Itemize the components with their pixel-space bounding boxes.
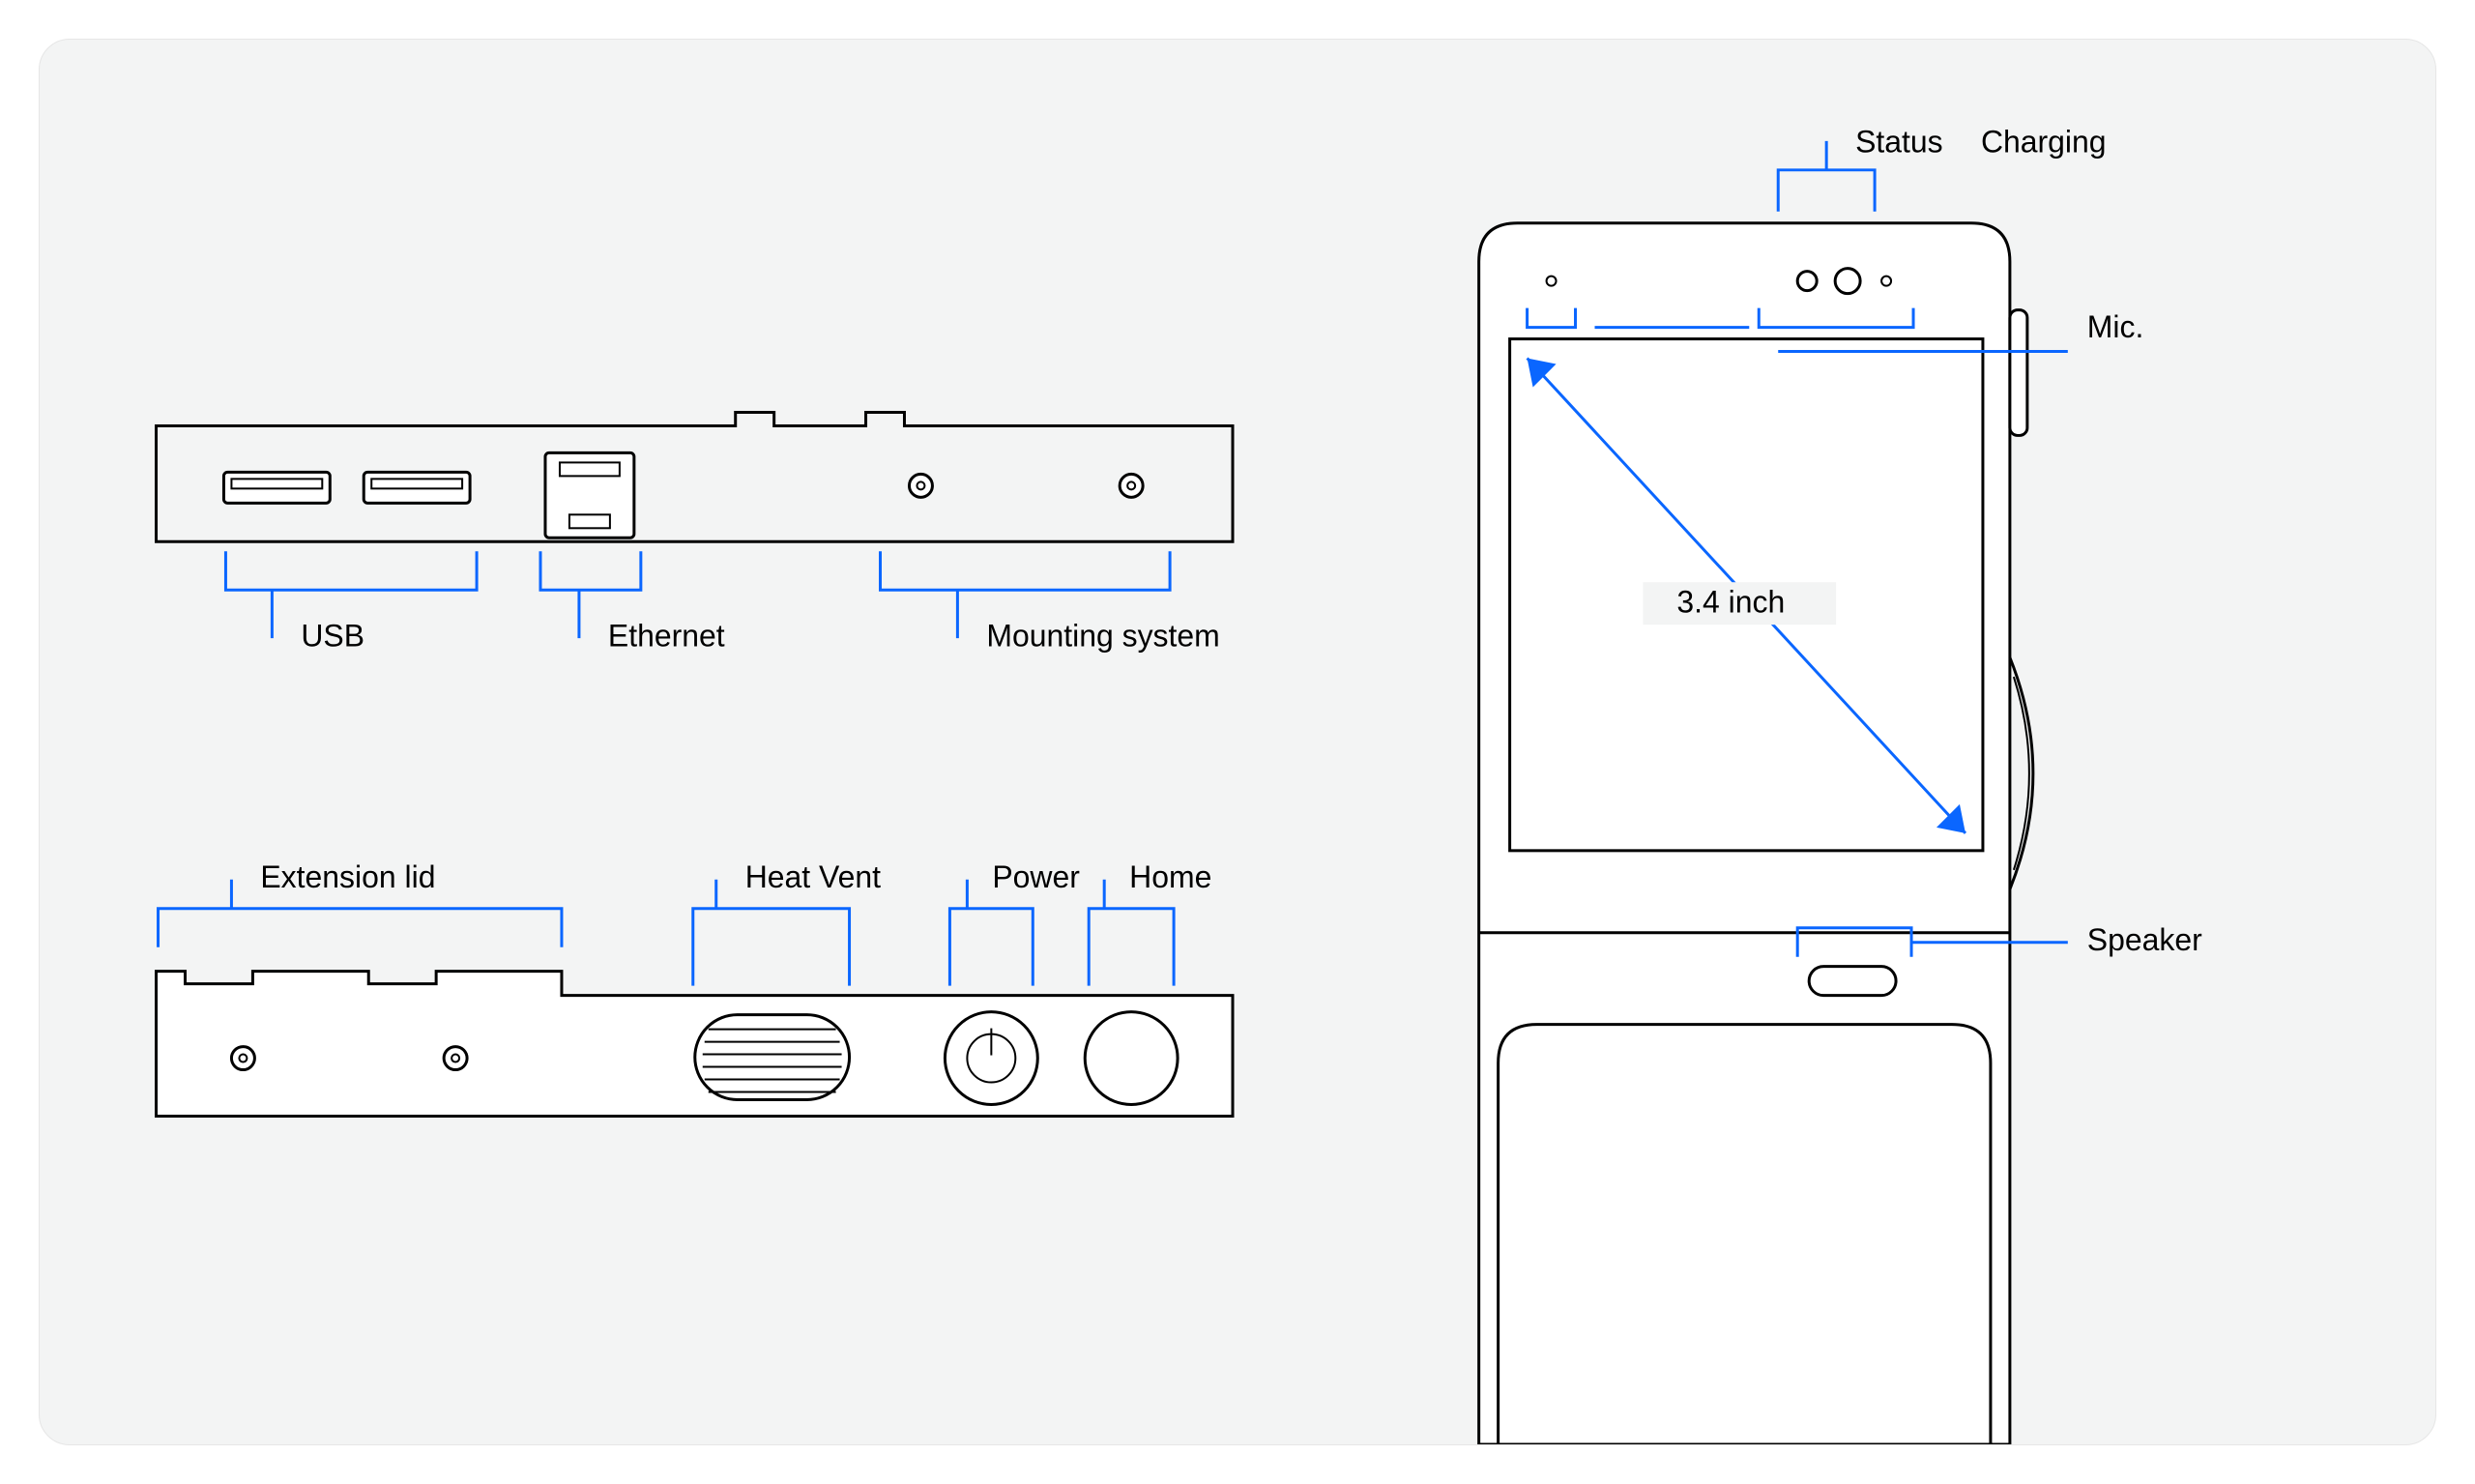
ethernet-port-icon (545, 452, 634, 538)
diagram-card: USB Ethernet Mounting system (39, 39, 2436, 1445)
label-speaker: Speaker (2087, 922, 2202, 957)
handheld-device: 3.4 inch (1479, 223, 2033, 1444)
mounting-screw-icon (909, 474, 932, 497)
label-power: Power (992, 859, 1080, 894)
front-panel-bottom (157, 972, 1233, 1117)
callout-power: Power (949, 859, 1080, 985)
rear-panel-top (157, 412, 1233, 541)
callout-usb: USB (225, 551, 477, 653)
label-heat-vent: Heat Vent (745, 859, 881, 894)
home-button-icon (1085, 1012, 1178, 1105)
status-led-icon (1797, 272, 1817, 291)
label-extension-lid: Extension lid (260, 859, 435, 894)
charging-led-icon (1835, 269, 1860, 294)
label-mounting: Mounting system (986, 619, 1219, 654)
mounting-screw-icon (231, 1047, 254, 1070)
callout-extension-lid: Extension lid (159, 859, 562, 946)
mounting-screw-icon (1120, 474, 1143, 497)
label-mic: Mic. (2087, 309, 2144, 344)
callout-status-charging: Status Charging (1778, 124, 2106, 211)
heat-vent-icon (695, 1015, 850, 1100)
callout-ethernet: Ethernet (540, 551, 725, 653)
callout-mounting: Mounting system (881, 551, 1220, 653)
callout-home: Home (1089, 859, 1211, 985)
label-ethernet: Ethernet (608, 619, 725, 654)
label-status: Status (1855, 124, 1943, 159)
usb-port-icon (223, 472, 330, 503)
label-screen-size: 3.4 inch (1676, 585, 1785, 620)
power-button-icon (945, 1012, 1037, 1105)
label-home: Home (1129, 859, 1211, 894)
speaker-slot-icon (1809, 967, 1896, 996)
usb-port-icon (364, 472, 470, 503)
callout-heat-vent: Heat Vent (693, 859, 881, 985)
side-button-icon (2010, 310, 2027, 436)
label-usb: USB (301, 619, 364, 654)
mounting-screw-icon (444, 1047, 467, 1070)
label-charging: Charging (1981, 124, 2107, 159)
